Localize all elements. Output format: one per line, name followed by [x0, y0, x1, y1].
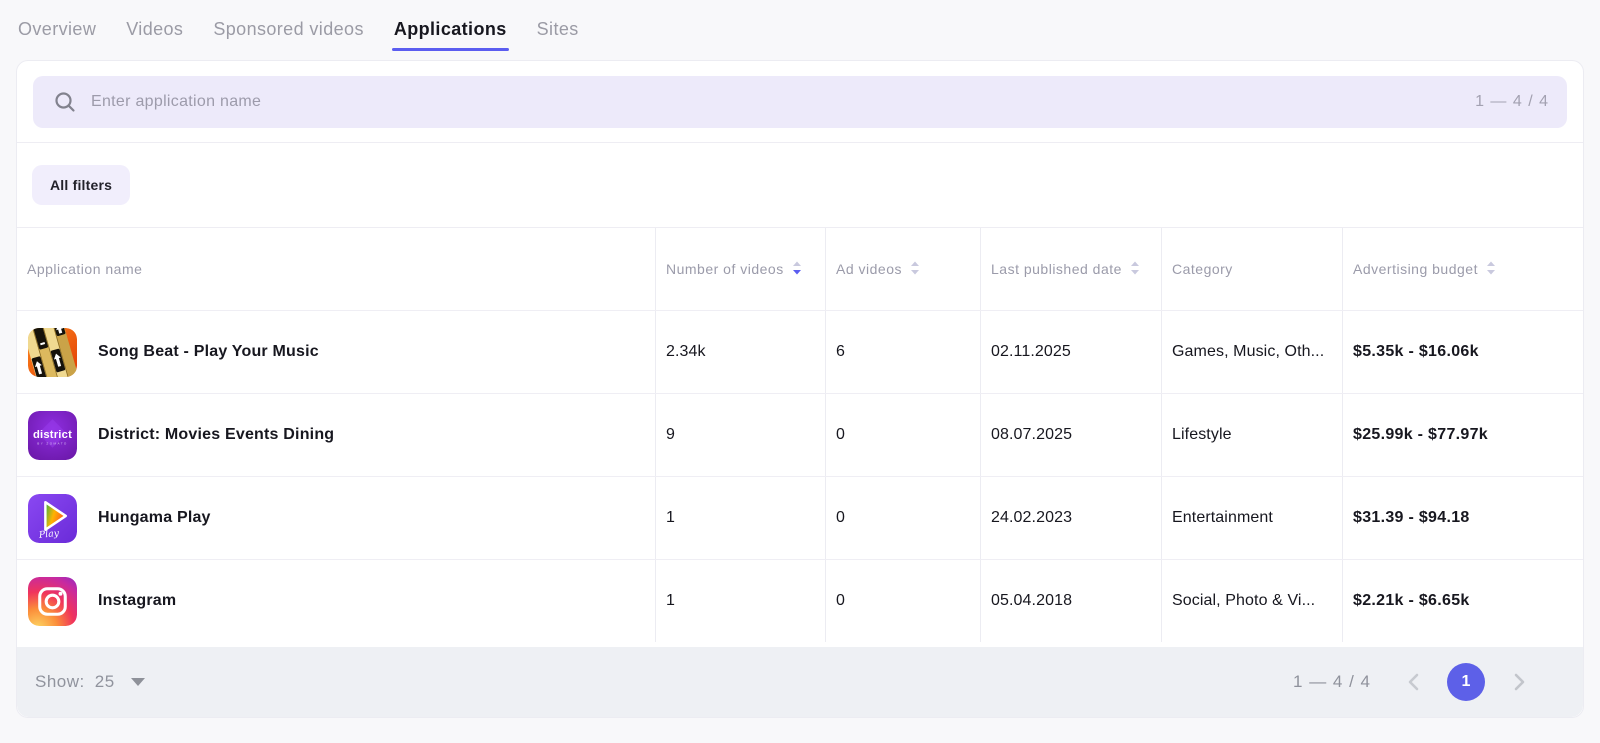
- budget-cell: $2.21k - $6.65k: [1342, 560, 1583, 642]
- last-published-cell: 08.07.2025: [980, 394, 1161, 476]
- category-cell: Entertainment: [1161, 477, 1342, 559]
- table-row[interactable]: district BY ZOMATO District: Movies Even…: [17, 393, 1583, 476]
- ad-videos-cell: 0: [825, 394, 980, 476]
- search-results-counter: 1 — 4 / 4: [1475, 93, 1549, 110]
- search-icon: [53, 90, 77, 114]
- budget-cell: $5.35k - $16.06k: [1342, 311, 1583, 393]
- category-cell: Social, Photo & Vi...: [1161, 560, 1342, 642]
- column-header-label: Ad videos: [836, 261, 902, 277]
- ad-videos-cell: 0: [825, 477, 980, 559]
- tab-videos[interactable]: Videos: [126, 0, 183, 58]
- table-footer: Show: 25 1 — 4 / 4 1: [17, 647, 1583, 717]
- district-app-icon: district BY ZOMATO: [28, 410, 77, 460]
- next-page-button[interactable]: [1507, 670, 1531, 694]
- search-bar[interactable]: 1 — 4 / 4: [33, 76, 1567, 128]
- application-name: District: Movies Events Dining: [98, 426, 335, 443]
- application-name: Instagram: [98, 592, 177, 609]
- last-published-cell: 24.02.2023: [980, 477, 1161, 559]
- tab-overview[interactable]: Overview: [18, 0, 96, 58]
- category-cell: Lifestyle: [1161, 394, 1342, 476]
- table-row[interactable]: Instagram 1 0 05.04.2018 Social, Photo &…: [17, 559, 1583, 642]
- page-size-select[interactable]: Show: 25: [35, 672, 145, 692]
- previous-page-button[interactable]: [1401, 670, 1425, 694]
- table-row[interactable]: Song Beat - Play Your Music 2.34k 6 02.1…: [17, 310, 1583, 393]
- table-row[interactable]: Play Hungama Play 1 0 24.02.2023 Enterta…: [17, 476, 1583, 559]
- videos-count-cell: 1: [655, 477, 825, 559]
- tab-bar: Overview Videos Sponsored videos Applica…: [0, 0, 1600, 58]
- videos-count-cell: 9: [655, 394, 825, 476]
- column-header-label: Last published date: [991, 261, 1122, 277]
- column-header-number-of-videos[interactable]: Number of videos: [655, 228, 825, 310]
- column-header-ad-videos[interactable]: Ad videos: [825, 228, 980, 310]
- search-section: 1 — 4 / 4: [17, 61, 1583, 143]
- column-header-advertising-budget[interactable]: Advertising budget: [1342, 228, 1583, 310]
- application-name: Hungama Play: [98, 509, 211, 526]
- ad-videos-cell: 6: [825, 311, 980, 393]
- budget-cell: $31.39 - $94.18: [1342, 477, 1583, 559]
- show-label: Show:: [35, 672, 85, 691]
- column-header-last-published-date[interactable]: Last published date: [980, 228, 1161, 310]
- sort-icon[interactable]: [792, 261, 802, 278]
- all-filters-button[interactable]: All filters: [32, 165, 131, 205]
- last-published-cell: 02.11.2025: [980, 311, 1161, 393]
- svg-text:district: district: [33, 429, 72, 441]
- application-search-input[interactable]: [91, 93, 1462, 111]
- column-header-label: Advertising budget: [1353, 261, 1478, 277]
- column-header-label: Number of videos: [666, 261, 784, 277]
- videos-count-cell: 2.34k: [655, 311, 825, 393]
- column-header-label: Application name: [27, 261, 143, 277]
- tab-sites[interactable]: Sites: [537, 0, 579, 58]
- sort-icon[interactable]: [910, 261, 920, 278]
- page-size-value: 25: [94, 672, 115, 691]
- application-name: Song Beat - Play Your Music: [98, 343, 319, 360]
- page-number-button[interactable]: 1: [1447, 663, 1485, 701]
- sort-icon[interactable]: [1130, 261, 1140, 278]
- column-header-label: Category: [1172, 261, 1233, 277]
- category-cell: Games, Music, Oth...: [1161, 311, 1342, 393]
- column-header-category: Category: [1161, 228, 1342, 310]
- last-published-cell: 05.04.2018: [980, 560, 1161, 642]
- svg-text:Play: Play: [37, 527, 60, 540]
- instagram-app-icon: [28, 576, 77, 626]
- hungama-play-app-icon: Play: [28, 493, 77, 543]
- table-header-row: Application name Number of videos Ad vid…: [17, 228, 1583, 310]
- applications-panel: 1 — 4 / 4 All filters Application name N…: [16, 60, 1584, 718]
- svg-text:BY ZOMATO: BY ZOMATO: [37, 441, 67, 445]
- tab-sponsored-videos[interactable]: Sponsored videos: [213, 0, 364, 58]
- column-header-application-name: Application name: [17, 228, 655, 310]
- videos-count-cell: 1: [655, 560, 825, 642]
- pagination-results-counter: 1 — 4 / 4: [1293, 672, 1371, 691]
- tab-applications[interactable]: Applications: [391, 0, 509, 58]
- filters-section: All filters: [17, 143, 1583, 228]
- budget-cell: $25.99k - $77.97k: [1342, 394, 1583, 476]
- chevron-down-icon: [130, 678, 145, 686]
- ad-videos-cell: 0: [825, 560, 980, 642]
- song-beat-app-icon: [28, 327, 77, 377]
- sort-icon[interactable]: [1486, 261, 1496, 278]
